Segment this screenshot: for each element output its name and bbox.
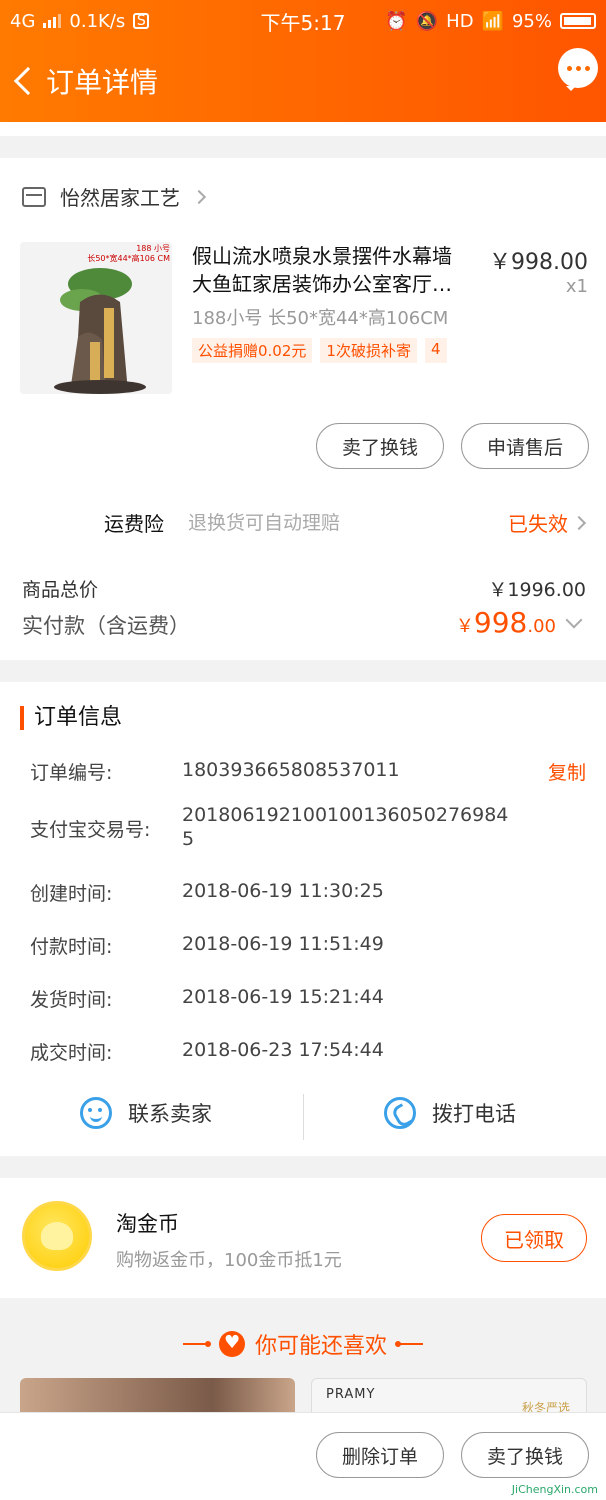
shipped-time-label: 发货时间:: [30, 989, 113, 1011]
heart-icon: [218, 1331, 245, 1357]
tag-damage-resend: 1次破损补寄: [320, 338, 417, 363]
recommend-brand: PRAMY: [326, 1387, 376, 1402]
alipay-trade-value-line1: 201806192100100136050276984: [182, 804, 509, 826]
delete-order-button[interactable]: 删除订单: [316, 1432, 444, 1478]
product-title-line1: 假山流水喷泉水景摆件水幕墙: [192, 244, 452, 268]
hd-badge: HD: [446, 10, 474, 32]
gold-coin-icon: [22, 1201, 92, 1271]
recommend-header: 你可能还喜欢: [0, 1328, 606, 1360]
paid-decimal: .00: [527, 616, 556, 637]
mute-icon: 🔕: [415, 10, 439, 32]
total-value: ￥1996.00: [488, 579, 586, 601]
back-icon[interactable]: [13, 66, 43, 96]
order-info-title: 订单信息: [20, 706, 122, 730]
battery-icon: [560, 13, 596, 29]
order-number-value: 180393665808537011: [182, 759, 400, 781]
dot-icon: [566, 65, 572, 71]
closed-time-value: 2018-06-23 17:54:44: [182, 1039, 384, 1061]
coins-claimed-button[interactable]: 已领取: [481, 1214, 587, 1262]
shop-name: 怡然居家工艺: [60, 186, 180, 210]
contact-seller-button[interactable]: 联系卖家: [80, 1097, 212, 1129]
thumb-label: 188 小号 长50*宽44*高106 CM: [87, 244, 170, 264]
total-label: 商品总价: [22, 579, 99, 601]
nav-bar: 订单详情: [0, 52, 606, 110]
paid-time-value: 2018-06-19 11:51:49: [182, 933, 384, 955]
product-price: ￥998.00: [489, 250, 588, 275]
dot-icon: [575, 65, 581, 71]
sync-icon: S: [133, 13, 150, 29]
chevron-right-icon: [191, 189, 207, 204]
paid-value: ￥998.00: [456, 606, 556, 639]
product-quantity: x1: [565, 276, 588, 297]
network-type: 4G: [10, 10, 36, 32]
fountain-image: [54, 268, 146, 394]
divider: [303, 1094, 304, 1140]
product-thumbnail[interactable]: 188 小号 长50*宽44*高106 CM: [20, 242, 172, 394]
tag-charity: 公益捐赠0.02元: [192, 338, 313, 363]
alarm-icon: ⏰: [385, 10, 408, 32]
divider-right: [395, 1341, 423, 1347]
alipay-trade-value: 201806192100100136050276984 5: [182, 803, 508, 851]
battery-percent: 95%: [511, 10, 552, 32]
page-title: 订单详情: [46, 66, 159, 99]
chevron-right-icon: [571, 515, 587, 530]
top-strip: [0, 122, 606, 136]
contact-seller-label: 联系卖家: [128, 1102, 212, 1126]
clock: 下午5:17: [260, 10, 346, 35]
coins-desc: 购物返金币，100金币抵1元: [116, 1250, 342, 1271]
coins-title: 淘金币: [116, 1212, 179, 1236]
status-bar: 4G 0.1K/s S 下午5:17 ⏰ 🔕 HD 📶 95%: [10, 8, 596, 35]
paid-integer: 998: [473, 606, 528, 639]
created-time-value: 2018-06-19 11:30:25: [182, 880, 384, 902]
recommend-title: 你可能还喜欢: [254, 1334, 387, 1359]
wifi-icon: 📶: [481, 10, 504, 32]
copy-button[interactable]: 复制: [548, 758, 586, 785]
header: 4G 0.1K/s S 下午5:17 ⏰ 🔕 HD 📶 95% 订单详情: [0, 0, 606, 122]
closed-time-label: 成交时间:: [30, 1042, 113, 1064]
shop-link[interactable]: 怡然居家工艺: [22, 182, 207, 211]
sell-button[interactable]: 卖了换钱: [316, 423, 444, 469]
insurance-label: 运费险: [104, 512, 164, 536]
divider-left: [182, 1341, 211, 1347]
alipay-trade-label: 支付宝交易号:: [30, 819, 151, 841]
signal-icon: [43, 14, 62, 28]
phone-icon: [384, 1097, 416, 1129]
watermark: JiChengXin.com: [511, 1483, 598, 1496]
product-title[interactable]: 假山流水喷泉水景摆件水幕墙 大鱼缸家居装饰办公室客厅…: [192, 242, 482, 298]
after-sale-button[interactable]: 申请售后: [461, 423, 589, 469]
thumb-label-dims: 长50*宽44*高106 CM: [87, 254, 170, 263]
alipay-trade-value-line2: 5: [182, 828, 195, 850]
paid-currency: ￥: [455, 616, 474, 637]
insurance-desc: 退换货可自动理赔: [188, 512, 341, 534]
dot-icon: [584, 65, 590, 71]
service-tags: 公益捐赠0.02元 1次破损补寄 4: [192, 338, 447, 363]
tag-extra: 4: [424, 338, 447, 363]
shop-icon: [22, 186, 46, 207]
product-title-line2: 大鱼缸家居装饰办公室客厅…: [192, 272, 452, 296]
created-time-label: 创建时间:: [30, 883, 113, 905]
more-menu-button[interactable]: [558, 48, 598, 91]
call-label: 拨打电话: [432, 1102, 516, 1126]
order-info-card: [0, 682, 606, 1156]
order-number-label: 订单编号:: [30, 762, 113, 784]
paid-label: 实付款（含运费）: [22, 614, 190, 638]
chat-icon: [80, 1097, 112, 1129]
product-sku: 188小号 长50*宽44*高106CM: [192, 308, 449, 329]
paid-time-label: 付款时间:: [30, 936, 113, 958]
shipped-time-value: 2018-06-19 15:21:44: [182, 986, 384, 1008]
thumb-label-size: 188 小号: [136, 244, 170, 253]
insurance-status-text: 已失效: [508, 512, 568, 536]
bottom-sell-button[interactable]: 卖了换钱: [461, 1432, 589, 1478]
call-button[interactable]: 拨打电话: [384, 1097, 516, 1129]
net-speed: 0.1K/s: [69, 10, 126, 32]
insurance-status[interactable]: 已失效: [508, 508, 587, 537]
